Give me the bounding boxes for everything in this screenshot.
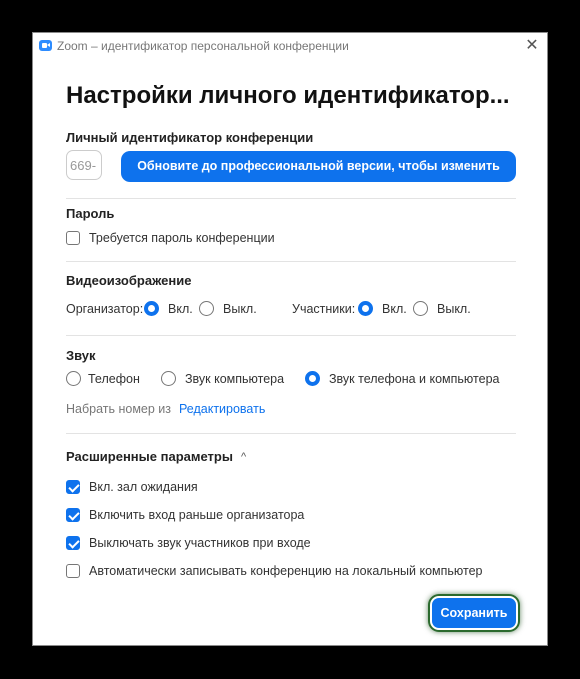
- host-video-off-label: Выкл.: [223, 302, 257, 316]
- divider: [66, 335, 516, 336]
- host-video-off-radio[interactable]: [199, 301, 214, 316]
- title-bar[interactable]: Zoom – идентификатор персональной конфер…: [33, 33, 547, 59]
- dialog-window: Zoom – идентификатор персональной конфер…: [32, 32, 548, 646]
- divider: [66, 261, 516, 262]
- edit-dial-in-link[interactable]: Редактировать: [179, 402, 265, 416]
- require-password-label: Требуется пароль конференции: [89, 231, 275, 245]
- host-video-on-radio[interactable]: [144, 301, 159, 316]
- audio-telephone-label: Телефон: [88, 372, 140, 386]
- waiting-room-checkbox[interactable]: [66, 480, 80, 494]
- close-button[interactable]: ✕: [523, 37, 541, 55]
- divider: [66, 198, 516, 199]
- host-video-label: Организатор:: [66, 302, 144, 316]
- upgrade-button[interactable]: Обновите до профессиональной версии, что…: [121, 151, 516, 182]
- meeting-id-label: Личный идентификатор конференции: [66, 130, 314, 145]
- waiting-room-label: Вкл. зал ожидания: [89, 480, 198, 494]
- participants-video-off-radio[interactable]: [413, 301, 428, 316]
- participants-video-on-radio[interactable]: [358, 301, 373, 316]
- zoom-app-icon: [39, 40, 52, 51]
- save-button[interactable]: Сохранить: [432, 598, 516, 628]
- meeting-id-field[interactable]: 669-: [66, 150, 102, 180]
- participants-video-off-label: Выкл.: [437, 302, 471, 316]
- chevron-up-icon[interactable]: ^: [241, 451, 246, 463]
- audio-both-radio[interactable]: [305, 371, 320, 386]
- advanced-options-label[interactable]: Расширенные параметры: [66, 449, 233, 464]
- require-password-checkbox[interactable]: [66, 231, 80, 245]
- join-before-host-checkbox[interactable]: [66, 508, 80, 522]
- participants-video-on-label: Вкл.: [382, 302, 407, 316]
- audio-both-label: Звук телефона и компьютера: [329, 372, 500, 386]
- mute-on-entry-checkbox[interactable]: [66, 536, 80, 550]
- divider: [66, 433, 516, 434]
- participants-video-label: Участники:: [292, 302, 356, 316]
- audio-computer-label: Звук компьютера: [185, 372, 285, 386]
- audio-label: Звук: [66, 348, 96, 363]
- mute-on-entry-label: Выключать звук участников при входе: [89, 536, 311, 550]
- password-label: Пароль: [66, 206, 115, 221]
- audio-computer-radio[interactable]: [161, 371, 176, 386]
- auto-record-checkbox[interactable]: [66, 564, 80, 578]
- host-video-on-label: Вкл.: [168, 302, 193, 316]
- window-title: Zoom – идентификатор персональной конфер…: [57, 39, 349, 53]
- auto-record-label: Автоматически записывать конференцию на …: [89, 564, 483, 578]
- audio-telephone-radio[interactable]: [66, 371, 81, 386]
- dial-in-label: Набрать номер из: [66, 402, 172, 416]
- join-before-host-label: Включить вход раньше организатора: [89, 508, 305, 522]
- page-title: Настройки личного идентификатор...: [66, 82, 510, 109]
- video-label: Видеоизображение: [66, 273, 192, 288]
